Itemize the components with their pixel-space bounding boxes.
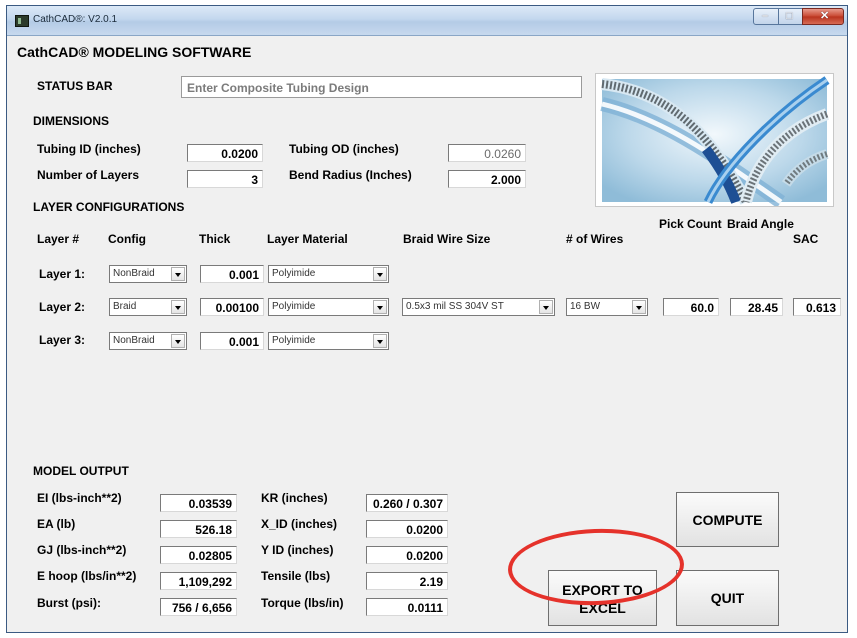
layer-1-label: Layer 1: xyxy=(39,267,86,281)
tensile-label: Tensile (lbs) xyxy=(261,569,331,583)
ehoop-label: E hoop (lbs/in**2) xyxy=(37,569,137,583)
quit-button-label: QUIT xyxy=(710,590,745,606)
layer-2-angle-field[interactable]: 28.45 xyxy=(730,298,783,316)
layer-3-material-value: Polyimide xyxy=(272,335,316,346)
app-icon xyxy=(15,15,29,27)
dimensions-heading: DIMENSIONS xyxy=(33,114,110,128)
layer-2-pick-field[interactable]: 60.0 xyxy=(663,298,719,316)
layers-count-field[interactable]: 3 xyxy=(187,170,263,188)
layer-3-config-select[interactable]: NonBraid xyxy=(109,332,187,350)
layer-2-wire-size-value: 0.5x3 mil SS 304V ST xyxy=(406,301,504,312)
minimize-icon: – xyxy=(762,10,769,22)
tubing-id-label: Tubing ID (inches) xyxy=(37,142,141,156)
chevron-down-icon[interactable] xyxy=(171,267,185,281)
col-sac: SAC xyxy=(793,232,819,246)
yid-label: Y ID (inches) xyxy=(261,543,334,557)
tubing-od-field: 0.0260 xyxy=(448,144,526,162)
chevron-down-icon[interactable] xyxy=(373,267,387,281)
app-window: CathCAD®: V2.0.1 – □ ✕ CathCAD® MODELING… xyxy=(6,5,848,633)
kr-field: 0.260 / 0.307 xyxy=(366,494,448,512)
col-config: Config xyxy=(108,232,146,246)
yid-field: 0.0200 xyxy=(366,546,448,564)
tubing-illustration xyxy=(595,73,834,208)
close-button[interactable]: ✕ xyxy=(802,8,844,25)
layer-1-material-select[interactable]: Polyimide xyxy=(268,265,389,283)
burst-label: Burst (psi): xyxy=(37,596,101,610)
layer-1-config-value: NonBraid xyxy=(113,268,155,279)
kr-label: KR (inches) xyxy=(261,491,328,505)
status-label: STATUS BAR xyxy=(37,79,113,93)
braided-tubing-image xyxy=(600,76,830,208)
layer-3-material-select[interactable]: Polyimide xyxy=(268,332,389,350)
col-thick: Thick xyxy=(199,232,231,246)
bend-radius-label: Bend Radius (Inches) xyxy=(289,168,412,182)
xid-field: 0.0200 xyxy=(366,520,448,538)
layer-2-config-select[interactable]: Braid xyxy=(109,298,187,316)
chevron-down-icon[interactable] xyxy=(632,300,646,314)
model-output-heading: MODEL OUTPUT xyxy=(33,464,129,478)
col-material: Layer Material xyxy=(267,232,348,246)
bend-radius-field[interactable]: 2.000 xyxy=(448,170,526,188)
gj-field: 0.02805 xyxy=(160,546,237,564)
layer-3-thick-field[interactable]: 0.001 xyxy=(200,332,264,350)
main-content: CathCAD® MODELING SOFTWARE STATUS BAR En… xyxy=(7,36,847,632)
close-icon: ✕ xyxy=(820,10,830,22)
ei-label: EI (lbs-inch**2) xyxy=(37,491,122,505)
col-pick-count: Pick Count xyxy=(659,217,722,231)
layer-3-config-value: NonBraid xyxy=(113,335,155,346)
ea-label: EA (lb) xyxy=(37,517,76,531)
minimize-button[interactable]: – xyxy=(753,8,779,25)
layer-2-sac-field[interactable]: 0.613 xyxy=(793,298,841,316)
layer-2-material-select[interactable]: Polyimide xyxy=(268,298,389,316)
app-title: CathCAD® MODELING SOFTWARE xyxy=(17,44,252,60)
quit-button[interactable]: QUIT xyxy=(676,570,779,626)
burst-field: 756 / 6,656 xyxy=(160,598,237,616)
layer-2-wires-value: 16 BW xyxy=(570,301,601,312)
chevron-down-icon[interactable] xyxy=(171,334,185,348)
compute-button[interactable]: COMPUTE xyxy=(676,492,779,547)
layer-2-label: Layer 2: xyxy=(39,300,86,314)
maximize-icon: □ xyxy=(786,10,793,22)
gj-label: GJ (lbs-inch**2) xyxy=(37,543,127,557)
tensile-field: 2.19 xyxy=(366,572,448,590)
status-field: Enter Composite Tubing Design xyxy=(181,76,582,98)
col-layer: Layer # xyxy=(37,232,80,246)
layer-config-heading: LAYER CONFIGURATIONS xyxy=(33,200,185,214)
col-wire-size: Braid Wire Size xyxy=(403,232,491,246)
tubing-id-field[interactable]: 0.0200 xyxy=(187,144,263,162)
xid-label: X_ID (inches) xyxy=(261,517,338,531)
layer-1-config-select[interactable]: NonBraid xyxy=(109,265,187,283)
layer-2-material-value: Polyimide xyxy=(272,301,316,312)
layer-1-material-value: Polyimide xyxy=(272,268,316,279)
torque-field: 0.0111 xyxy=(366,598,448,616)
ehoop-field: 1,109,292 xyxy=(160,572,237,590)
chevron-down-icon[interactable] xyxy=(539,300,553,314)
col-wires: # of Wires xyxy=(566,232,624,246)
layer-2-wire-size-select[interactable]: 0.5x3 mil SS 304V ST xyxy=(402,298,555,316)
layer-2-wires-select[interactable]: 16 BW xyxy=(566,298,648,316)
col-braid-angle: Braid Angle xyxy=(727,217,794,231)
layer-2-config-value: Braid xyxy=(113,301,137,312)
chevron-down-icon[interactable] xyxy=(171,300,185,314)
layer-2-thick-field[interactable]: 0.00100 xyxy=(200,298,264,316)
ei-field: 0.03539 xyxy=(160,494,237,512)
compute-button-label: COMPUTE xyxy=(692,512,763,528)
layers-count-label: Number of Layers xyxy=(37,168,140,182)
chevron-down-icon[interactable] xyxy=(373,300,387,314)
ea-field: 526.18 xyxy=(160,520,237,538)
chevron-down-icon[interactable] xyxy=(373,334,387,348)
maximize-button[interactable]: □ xyxy=(778,8,803,25)
tubing-od-label: Tubing OD (inches) xyxy=(289,142,399,156)
title-bar[interactable]: CathCAD®: V2.0.1 – □ ✕ xyxy=(7,6,847,36)
layer-3-label: Layer 3: xyxy=(39,333,86,347)
layer-1-thick-field[interactable]: 0.001 xyxy=(200,265,264,283)
window-title: CathCAD®: V2.0.1 xyxy=(33,14,118,25)
torque-label: Torque (lbs/in) xyxy=(261,596,344,610)
